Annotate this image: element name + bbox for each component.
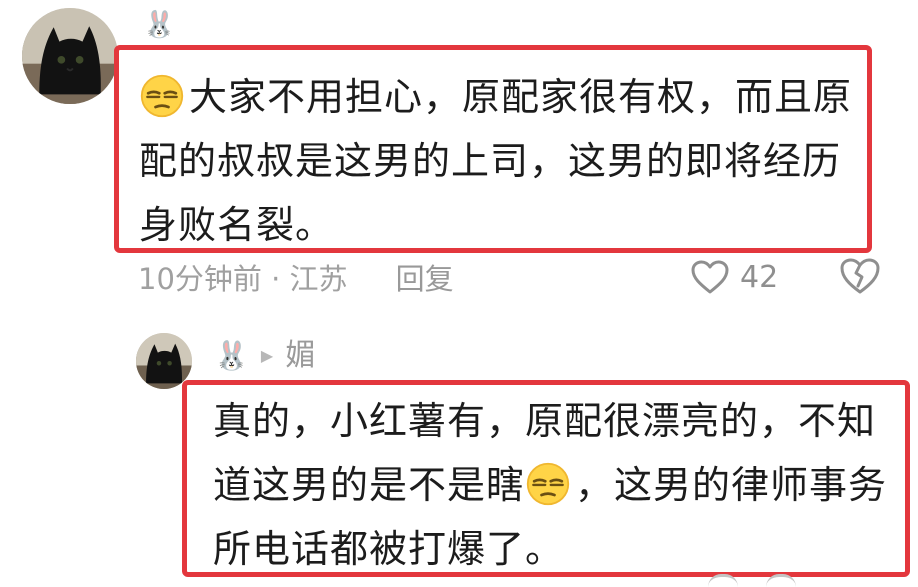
reply-comment-highlight: 真的，小红薯有，原配很漂亮的，不知道这男的是不是瞎 ，这男的律师事务所电话都被打… [182,380,910,577]
sleepy-face-emoji [139,73,185,119]
rabbit-icon: 🐰 [214,339,249,372]
partial-bottom-icons [708,574,888,584]
reply-comment-text: 真的，小红薯有，原配很漂亮的，不知道这男的是不是瞎 ，这男的律师事务所电话都被打… [213,389,903,581]
broken-heart-icon [840,258,880,294]
broken-heart-icon[interactable] [766,574,796,587]
sleepy-face-emoji [525,461,571,507]
dislike-button[interactable] [838,256,882,296]
right-triangle-icon: ▶ [260,346,274,365]
reply-button[interactable]: 回复 [396,256,454,298]
reply-author-row: 🐰 ▶ 媚 [214,336,315,376]
comment-meta-row: 10分钟前 · 江苏 回复 42 [138,255,886,299]
black-cat-avatar-icon [22,8,118,104]
main-comment-text: 大家不用担心，原配家很有权，而且原配的叔叔是这男的上司，这男的即将经历身败名裂。 [139,65,855,257]
heart-icon[interactable] [708,574,738,587]
avatar[interactable] [22,8,118,104]
heart-icon [691,260,729,294]
main-comment-highlight: 大家不用担心，原配家很有权，而且原配的叔叔是这男的上司，这男的即将经历身败名裂。 [114,45,872,253]
like-count: 42 [740,259,779,295]
reply-to-user[interactable]: 媚 [285,341,315,371]
rabbit-icon: 🐰 [143,10,176,40]
like-button[interactable]: 42 [690,255,778,299]
main-comment-body: 大家不用担心，原配家很有权，而且原配的叔叔是这男的上司，这男的即将经历身败名裂。 [139,75,853,247]
comment-time-location: 10分钟前 · 江苏 [138,262,348,296]
